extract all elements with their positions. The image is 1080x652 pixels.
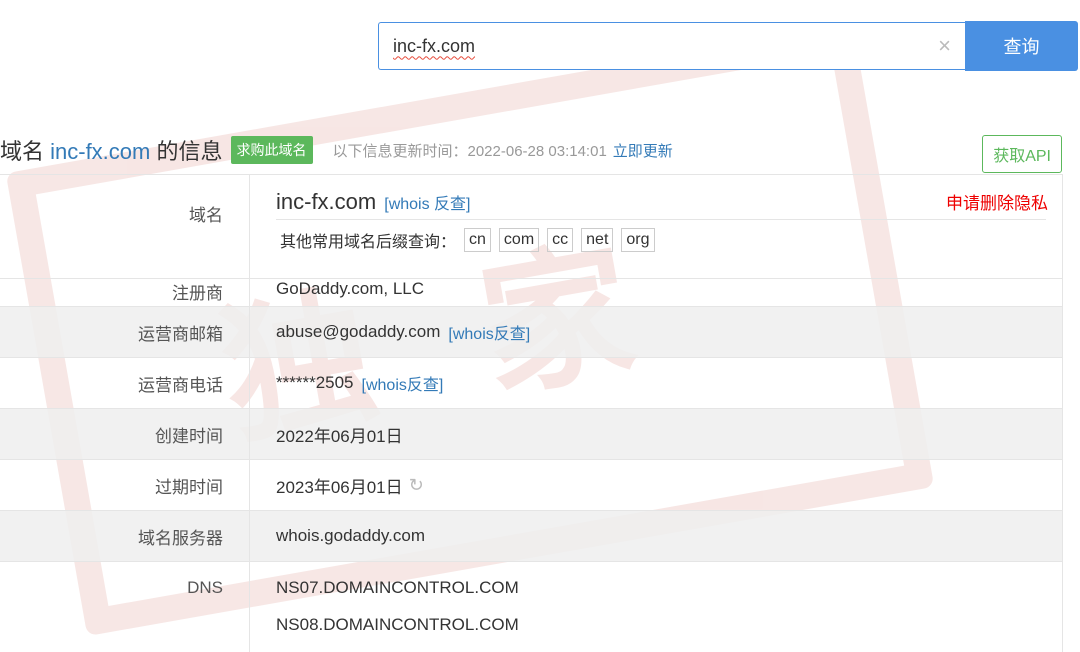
suffix-org[interactable]: org xyxy=(621,228,655,252)
suffix-cc[interactable]: cc xyxy=(547,228,574,252)
whois-server-value: whois.godaddy.com xyxy=(276,526,425,545)
row-phone: 运营商电话 ******2505 [whois反查] xyxy=(0,358,1062,409)
buy-domain-button[interactable]: 求购此域名 xyxy=(230,136,313,164)
row-label: 运营商电话 xyxy=(0,358,250,408)
suffix-net[interactable]: net xyxy=(581,228,614,252)
row-created: 创建时间 2022年06月01日 xyxy=(0,409,1062,460)
search-button[interactable]: 查询 xyxy=(965,21,1078,71)
row-domain: 域名 inc-fx.com [whois 反查] 其他常用域名后缀查询： cn … xyxy=(0,175,1062,279)
row-email: 运营商邮箱 abuse@godaddy.com [whois反查] xyxy=(0,307,1062,358)
domain-value: inc-fx.com xyxy=(276,189,377,214)
page-title: 域名 inc-fx.com 的信息 xyxy=(0,134,223,166)
get-api-button[interactable]: 获取API xyxy=(982,135,1062,173)
row-expires: 过期时间 2023年06月01日 ↻ xyxy=(0,460,1062,511)
refresh-icon[interactable]: ↻ xyxy=(409,475,424,496)
update-now-link[interactable]: 立即更新 xyxy=(613,140,673,161)
dns-server-1: NS07.DOMAINCONTROL.COM xyxy=(276,578,519,597)
row-value: NS07.DOMAINCONTROL.COM NS08.DOMAINCONTRO… xyxy=(250,562,1062,652)
row-label: 注册商 xyxy=(0,279,250,306)
title-suffix: 的信息 xyxy=(150,139,223,164)
search-input-value: inc-fx.com xyxy=(393,35,476,56)
row-value: ******2505 [whois反查] xyxy=(250,358,1062,408)
domain-line: inc-fx.com [whois 反查] xyxy=(276,185,1046,220)
whois-table: 域名 inc-fx.com [whois 反查] 其他常用域名后缀查询： cn … xyxy=(0,174,1063,652)
row-label: DNS xyxy=(0,562,250,652)
title-domain[interactable]: inc-fx.com xyxy=(50,139,150,164)
title-prefix: 域名 xyxy=(0,139,51,164)
expires-value: 2023年06月01日 xyxy=(276,477,403,497)
phone-value: ******2505 xyxy=(276,373,354,392)
row-label: 运营商邮箱 xyxy=(0,307,250,357)
email-value: abuse@godaddy.com xyxy=(276,322,441,341)
row-label: 域名服务器 xyxy=(0,511,250,561)
row-registrar: 注册商 GoDaddy.com, LLC xyxy=(0,279,1062,307)
row-whois-server: 域名服务器 whois.godaddy.com xyxy=(0,511,1062,562)
suffix-cn[interactable]: cn xyxy=(464,228,491,252)
suffix-com[interactable]: com xyxy=(498,228,540,252)
whois-reverse-link[interactable]: [whois 反查] xyxy=(384,190,470,214)
row-value: 2023年06月01日 ↻ xyxy=(250,460,1062,510)
row-dns: DNS NS07.DOMAINCONTROL.COM NS08.DOMAINCO… xyxy=(0,562,1062,652)
suffix-line: 其他常用域名后缀查询： cn com cc net org xyxy=(276,228,655,252)
search-input[interactable]: inc-fx.com × xyxy=(378,22,965,70)
row-label: 创建时间 xyxy=(0,409,250,459)
phone-reverse-link[interactable]: [whois反查] xyxy=(362,371,444,395)
search-bar: inc-fx.com × 查询 xyxy=(378,21,1078,72)
row-label: 过期时间 xyxy=(0,460,250,510)
row-label: 域名 xyxy=(0,175,250,278)
dns-server-2: NS08.DOMAINCONTROL.COM xyxy=(276,615,519,634)
suffix-label: 其他常用域名后缀查询： xyxy=(280,234,457,251)
row-value: abuse@godaddy.com [whois反查] xyxy=(250,307,1062,357)
info-header: 域名 inc-fx.com 的信息 求购此域名 以下信息更新时间：2022-06… xyxy=(0,133,1062,173)
row-value: inc-fx.com [whois 反查] 其他常用域名后缀查询： cn com… xyxy=(250,175,1062,278)
created-value: 2022年06月01日 xyxy=(276,426,403,446)
update-time-label: 以下信息更新时间：2022-06-28 03:14:01 xyxy=(332,142,607,160)
privacy-removal-link[interactable]: 申请删除隐私 xyxy=(946,189,1048,214)
registrar-value: GoDaddy.com, LLC xyxy=(276,279,425,298)
clear-icon[interactable]: × xyxy=(938,34,951,58)
email-reverse-link[interactable]: [whois反查] xyxy=(448,320,530,344)
